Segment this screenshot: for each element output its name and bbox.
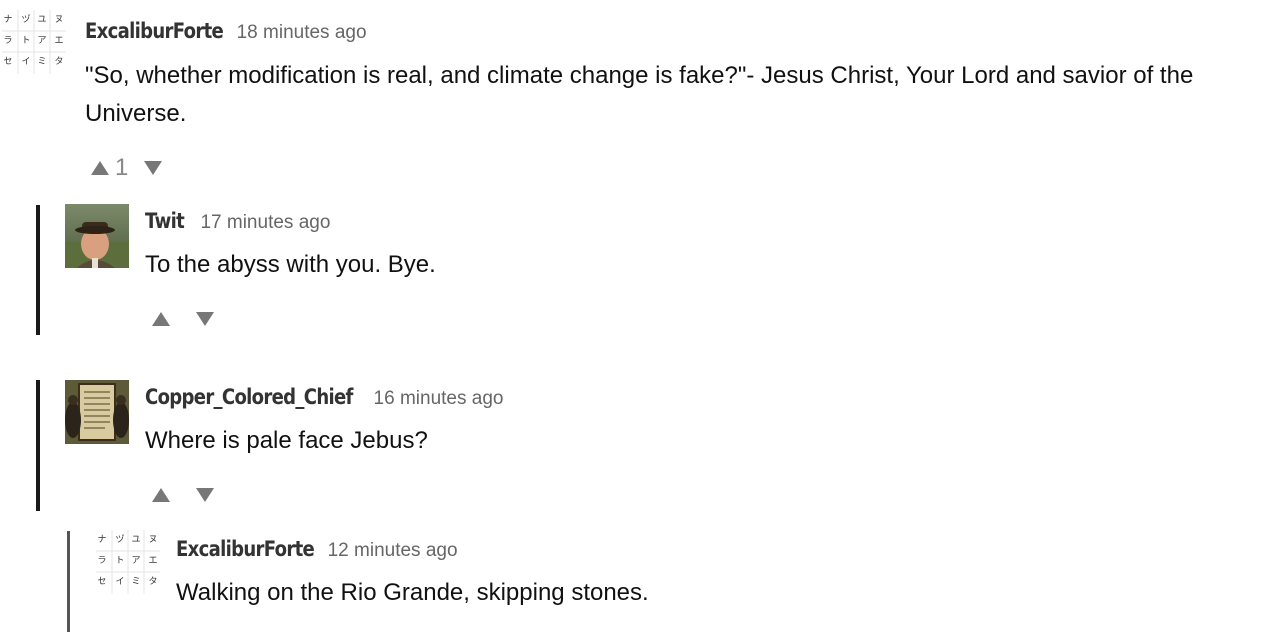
avatar[interactable]: ナヅユヌ ラトアエ セイミタ bbox=[96, 530, 160, 594]
svg-text:ミ: ミ bbox=[131, 577, 140, 587]
upvote-button[interactable] bbox=[89, 157, 111, 179]
comment-reply: Copper_Colored_Chief 16 minutes ago Wher… bbox=[40, 370, 1280, 520]
svg-text:ユ: ユ bbox=[37, 15, 46, 25]
comment-text: Where is pale face Jebus? bbox=[145, 427, 428, 454]
downvote-arrow-icon bbox=[196, 488, 214, 502]
svg-text:ト: ト bbox=[115, 556, 124, 566]
vote-controls: 1 bbox=[89, 154, 164, 182]
downvote-button[interactable] bbox=[194, 484, 216, 506]
username[interactable]: ExcaliburForte bbox=[176, 537, 315, 561]
svg-text:ナ: ナ bbox=[97, 534, 106, 545]
upvote-button[interactable] bbox=[150, 484, 172, 506]
comment-text: To the abyss with you. Bye. bbox=[145, 251, 436, 278]
svg-text:ヅ: ヅ bbox=[21, 14, 30, 25]
svg-text:ナ: ナ bbox=[3, 14, 12, 25]
downvote-button[interactable] bbox=[194, 308, 216, 330]
avatar[interactable] bbox=[65, 380, 129, 444]
svg-text:ミ: ミ bbox=[37, 57, 46, 67]
username[interactable]: ExcaliburForte bbox=[85, 19, 224, 43]
upvote-arrow-icon bbox=[152, 488, 170, 502]
svg-text:セ: セ bbox=[97, 576, 106, 587]
comment-text: "So, whether modification is real, and c… bbox=[85, 62, 1194, 127]
comment-header: Twit 17 minutes ago bbox=[145, 209, 330, 234]
upvote-arrow-icon bbox=[152, 312, 170, 326]
svg-text:ユ: ユ bbox=[131, 535, 140, 545]
avatar[interactable]: ナヅユヌ ラトアエ セイミタ bbox=[2, 10, 66, 74]
svg-text:ラ: ラ bbox=[97, 555, 106, 566]
svg-text:ラ: ラ bbox=[3, 35, 12, 46]
comment-header: ExcaliburForte 18 minutes ago bbox=[85, 19, 367, 44]
comment: ナヅユヌ ラトアエ セイミタ ExcaliburForte 18 minutes… bbox=[0, 0, 1280, 190]
upvote-arrow-icon bbox=[91, 161, 109, 175]
comment-reply: Twit 17 minutes ago To the abyss with yo… bbox=[40, 195, 1280, 345]
svg-text:ト: ト bbox=[21, 36, 30, 46]
comment-header: ExcaliburForte 12 minutes ago bbox=[176, 537, 458, 562]
timestamp[interactable]: 16 minutes ago bbox=[374, 388, 504, 410]
svg-text:ヌ: ヌ bbox=[148, 535, 157, 545]
svg-text:セ: セ bbox=[3, 56, 12, 67]
svg-text:ア: ア bbox=[37, 36, 46, 46]
svg-text:エ: エ bbox=[54, 36, 63, 46]
svg-text:ア: ア bbox=[131, 556, 140, 566]
comment-text: Walking on the Rio Grande, skipping ston… bbox=[176, 579, 649, 606]
svg-text:タ: タ bbox=[148, 576, 157, 587]
timestamp[interactable]: 18 minutes ago bbox=[237, 22, 367, 44]
upvote-button[interactable] bbox=[150, 308, 172, 330]
vote-controls bbox=[150, 305, 216, 333]
timestamp[interactable]: 17 minutes ago bbox=[200, 212, 330, 234]
username[interactable]: Copper_Colored_Chief bbox=[145, 385, 353, 409]
svg-text:タ: タ bbox=[54, 56, 63, 67]
downvote-arrow-icon bbox=[144, 161, 163, 175]
username[interactable]: Twit bbox=[145, 209, 185, 233]
svg-text:ヅ: ヅ bbox=[115, 534, 124, 545]
avatar[interactable] bbox=[65, 204, 129, 268]
svg-text:エ: エ bbox=[148, 556, 157, 566]
comment-reply: ナヅユヌ ラトアエ セイミタ ExcaliburForte 12 minutes… bbox=[70, 521, 1280, 632]
downvote-arrow-icon bbox=[196, 312, 214, 326]
timestamp[interactable]: 12 minutes ago bbox=[328, 540, 458, 562]
svg-text:ヌ: ヌ bbox=[54, 15, 63, 25]
downvote-button[interactable] bbox=[142, 157, 164, 179]
svg-text:イ: イ bbox=[21, 57, 30, 67]
svg-text:イ: イ bbox=[115, 577, 124, 587]
comment-header: Copper_Colored_Chief 16 minutes ago bbox=[145, 385, 503, 410]
upvote-count: 1 bbox=[115, 154, 129, 181]
vote-controls bbox=[150, 481, 216, 509]
